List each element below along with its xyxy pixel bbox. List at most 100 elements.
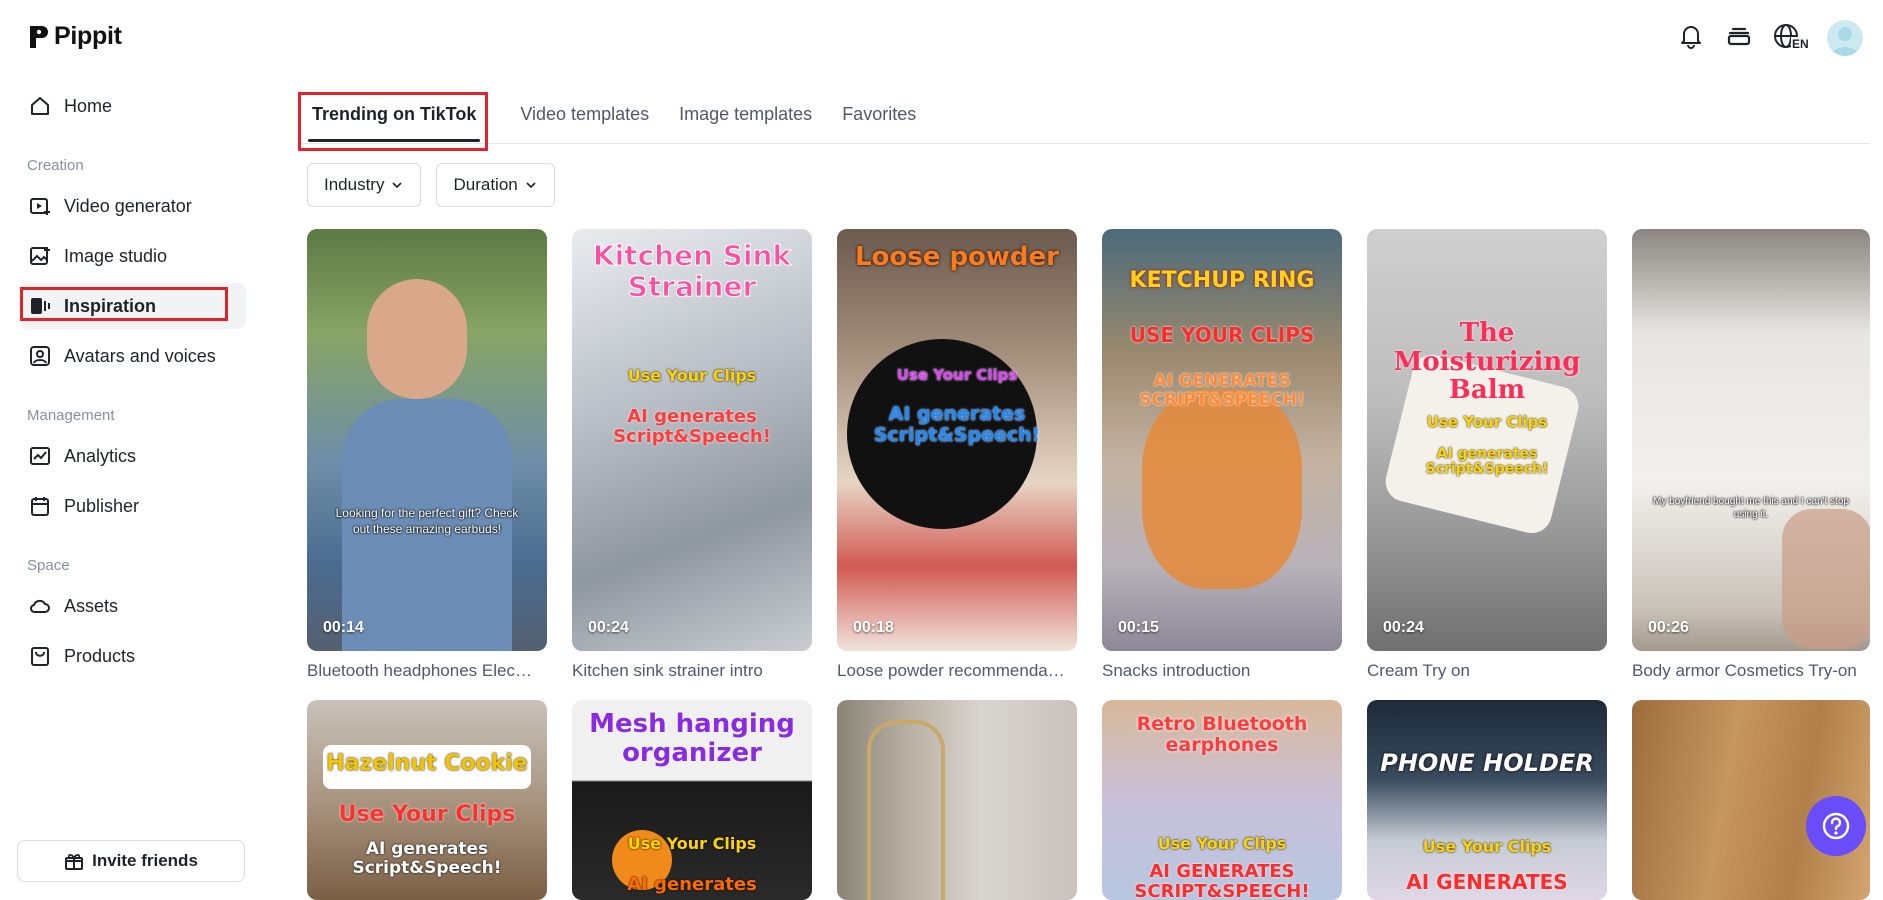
header-actions: EN	[1677, 20, 1863, 56]
template-card[interactable]: KETCHUP RING USE YOUR CLIPS AI GENERATES…	[1102, 229, 1342, 681]
video-overlay-line2: AI generates Script&Speech!	[352, 839, 502, 878]
language-icon[interactable]: EN	[1773, 23, 1810, 53]
question-icon	[1822, 812, 1850, 840]
duration-badge: 00:15	[1118, 619, 1159, 636]
video-thumbnail[interactable]: The Moisturizing Balm Use Your Clips AI …	[1367, 229, 1607, 651]
duration-badge: 00:14	[323, 619, 364, 636]
video-overlay-line1: USE YOUR CLIPS	[1129, 323, 1315, 347]
video-overlay-text: My boyfriend bought me this and I can't …	[1653, 496, 1849, 520]
template-card[interactable]: Loose powder Use Your Clips AI generates…	[837, 229, 1077, 681]
video-title-overlay: Kitchen Sink Strainer	[592, 239, 792, 303]
card-caption: Loose powder recommenda…	[837, 661, 1065, 680]
video-overlay-line1: Use Your Clips	[627, 366, 757, 385]
calendar-icon	[28, 494, 52, 518]
video-overlay-line2: AI generates	[627, 874, 757, 895]
app-logo[interactable]: Pippit	[28, 22, 122, 51]
video-title-overlay: Loose powder	[854, 242, 1059, 272]
dropdown-label: Industry	[324, 175, 385, 194]
video-title-overlay: Mesh hanging organizer	[589, 709, 795, 768]
app-name: Pippit	[54, 22, 122, 50]
template-card[interactable]: Mesh hanging organizer Use Your Clips AI…	[572, 700, 812, 900]
video-overlay-line2: AI generates Script&Speech!	[613, 406, 771, 447]
tab-bar: Trending on TikTok Video templates Image…	[298, 95, 1870, 144]
video-overlay-line1: Use Your Clips	[1422, 837, 1552, 856]
video-overlay-text: Looking for the perfect gift? Check out …	[335, 506, 519, 536]
analytics-icon	[28, 444, 52, 468]
video-thumbnail[interactable]: KETCHUP RING USE YOUR CLIPS AI GENERATES…	[1102, 229, 1342, 651]
video-thumbnail[interactable]: Kitchen Sink Strainer Use Your Clips AI …	[572, 229, 812, 651]
video-overlay-line2: AI generates Script&Speech!	[873, 403, 1041, 446]
sidebar-item-label: Video generator	[64, 195, 192, 216]
sidebar-item-image-studio[interactable]: Image studio	[20, 233, 246, 279]
sidebar-item-label: Avatars and voices	[64, 345, 216, 366]
stack-icon[interactable]	[1725, 22, 1753, 55]
video-title-overlay: PHONE HOLDER	[1380, 749, 1594, 777]
template-card[interactable]: Looking for the perfect gift? Check out …	[307, 229, 547, 681]
invite-friends-button[interactable]: Invite friends	[17, 840, 245, 882]
sidebar-item-home[interactable]: Home	[20, 83, 246, 129]
sidebar-item-inspiration[interactable]: Inspiration	[20, 283, 246, 329]
filter-bar: Industry Duration	[307, 163, 555, 207]
template-card[interactable]: My boyfriend bought me this and I can't …	[1632, 229, 1872, 681]
cloud-icon	[28, 594, 52, 618]
section-creation: Creation	[27, 157, 84, 174]
pippit-logo-icon	[30, 25, 48, 48]
video-thumbnail[interactable]: Looking for the perfect gift? Check out …	[307, 229, 547, 651]
template-card[interactable]: Kitchen Sink Strainer Use Your Clips AI …	[572, 229, 812, 681]
video-thumbnail[interactable]	[837, 700, 1077, 900]
video-title-overlay: Hazelnut Cookie	[326, 751, 528, 776]
tab-image-templates[interactable]: Image templates	[665, 95, 826, 134]
card-caption: Kitchen sink strainer intro	[572, 661, 763, 680]
sidebar-item-label: Publisher	[64, 495, 140, 516]
sidebar-item-analytics[interactable]: Analytics	[20, 433, 246, 479]
section-space: Space	[27, 557, 70, 574]
tab-label: Video templates	[520, 104, 650, 124]
video-thumbnail[interactable]: Loose powder Use Your Clips AI generates…	[837, 229, 1077, 651]
sidebar-item-label: Image studio	[64, 245, 168, 266]
dropdown-label: Duration	[453, 175, 518, 194]
card-caption: Body armor Cosmetics Try-on	[1632, 661, 1857, 680]
bag-icon	[28, 644, 52, 668]
duration-badge: 00:18	[853, 619, 894, 636]
template-card[interactable]: PHONE HOLDER Use Your Clips AI GENERATES	[1367, 700, 1607, 900]
image-plus-icon	[28, 244, 52, 268]
sidebar-item-label: Home	[64, 95, 113, 116]
duration-badge: 00:26	[1648, 619, 1689, 636]
tab-label: Favorites	[842, 104, 917, 124]
chevron-down-icon	[526, 182, 536, 189]
video-title-overlay: Retro Bluetooth earphones	[1136, 713, 1308, 756]
bell-icon[interactable]	[1677, 22, 1705, 55]
video-plus-icon	[28, 194, 52, 218]
highlight-box	[20, 287, 228, 321]
video-thumbnail[interactable]: Hazelnut Cookie Use Your Clips AI genera…	[307, 700, 547, 900]
sidebar-item-label: Products	[64, 645, 136, 666]
tab-video-templates[interactable]: Video templates	[506, 95, 663, 134]
sidebar-item-assets[interactable]: Assets	[20, 583, 246, 629]
tab-label: Image templates	[679, 104, 813, 124]
sidebar-item-products[interactable]: Products	[20, 633, 246, 679]
video-thumbnail[interactable]: Retro Bluetooth earphones Use Your Clips…	[1102, 700, 1342, 900]
video-overlay-line1: Use Your Clips	[1157, 834, 1287, 853]
video-thumbnail[interactable]: Mesh hanging organizer Use Your Clips AI…	[572, 700, 812, 900]
sidebar-item-label: Analytics	[64, 445, 137, 466]
sidebar-item-avatars-and-voices[interactable]: Avatars and voices	[20, 333, 246, 379]
card-caption: Bluetooth headphones Elec…	[307, 661, 532, 680]
tab-favorites[interactable]: Favorites	[828, 95, 930, 134]
video-title-overlay: The Moisturizing Balm	[1393, 318, 1581, 406]
industry-dropdown[interactable]: Industry	[307, 163, 422, 207]
template-card[interactable]	[837, 700, 1077, 900]
sidebar-item-video-generator[interactable]: Video generator	[20, 183, 246, 229]
sidebar: Pippit Home Creation Video generator Ima…	[0, 0, 260, 897]
template-card[interactable]: The Moisturizing Balm Use Your Clips AI …	[1367, 229, 1607, 681]
card-caption: Snacks introduction	[1102, 661, 1251, 680]
template-card[interactable]: Hazelnut Cookie Use Your Clips AI genera…	[307, 700, 547, 900]
help-button[interactable]	[1806, 796, 1866, 856]
duration-dropdown[interactable]: Duration	[436, 163, 555, 207]
video-thumbnail[interactable]: PHONE HOLDER Use Your Clips AI GENERATES	[1367, 700, 1607, 900]
sidebar-item-publisher[interactable]: Publisher	[20, 483, 246, 529]
template-card[interactable]: Retro Bluetooth earphones Use Your Clips…	[1102, 700, 1342, 900]
user-avatar[interactable]	[1827, 20, 1863, 56]
video-thumbnail[interactable]: My boyfriend bought me this and I can't …	[1632, 229, 1870, 651]
video-overlay-line1: Use Your Clips	[1426, 413, 1548, 431]
section-management: Management	[27, 407, 115, 424]
